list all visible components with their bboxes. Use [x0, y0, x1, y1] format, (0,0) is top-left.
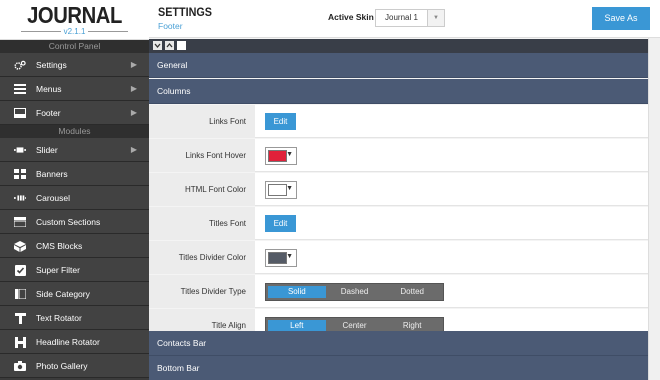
- row-links-font-hover: Links Font Hover ▼: [149, 139, 648, 172]
- caret-down-icon: ▼: [286, 151, 293, 158]
- footer-icon: [14, 108, 26, 118]
- divider-type-solid[interactable]: Solid: [268, 286, 326, 298]
- sidebar-item-label: Carousel: [36, 193, 71, 203]
- sidebar: JOURNAL v2.1.1 Control Panel Settings ▶ …: [0, 0, 149, 380]
- chevron-right-icon: ▶: [130, 60, 137, 69]
- titles-divider-color-label: Titles Divider Color: [149, 241, 255, 274]
- color-swatch: [268, 184, 287, 196]
- cogs-icon: [14, 60, 26, 70]
- links-font-hover-color-picker[interactable]: ▼: [265, 147, 297, 165]
- caret-down-icon: ▼: [286, 185, 293, 192]
- custom-sections-icon: [14, 217, 26, 227]
- sidebar-item-photo-gallery[interactable]: Photo Gallery: [0, 354, 149, 378]
- sidebar-item-label: Footer: [36, 108, 61, 118]
- sidebar-item-label: Custom Sections: [36, 217, 101, 227]
- page-subtitle: Footer: [158, 21, 183, 31]
- section-bottom-bar[interactable]: Bottom Bar: [149, 356, 648, 380]
- titles-font-edit-button[interactable]: Edit: [265, 215, 296, 232]
- sidebar-item-label: Slider: [36, 145, 58, 155]
- sidebar-item-label: Banners: [36, 169, 68, 179]
- sidebar-item-cms-blocks[interactable]: CMS Blocks: [0, 234, 149, 258]
- chevron-right-icon: ▶: [130, 145, 137, 154]
- text-icon: [14, 312, 26, 324]
- save-as-button[interactable]: Save As: [592, 7, 650, 30]
- toggle-all-button[interactable]: [177, 41, 186, 50]
- chevron-down-icon: ▼: [427, 10, 444, 26]
- sidebar-item-label: Super Filter: [36, 265, 80, 275]
- sidebar-item-banners[interactable]: Banners: [0, 162, 149, 186]
- menu-icon: [14, 84, 26, 94]
- modules-header: Modules: [0, 125, 149, 138]
- sidebar-item-headline-rotator[interactable]: Headline Rotator: [0, 330, 149, 354]
- side-category-icon: [14, 289, 26, 299]
- row-titles-divider-type: Titles Divider Type Solid Dashed Dotted: [149, 275, 648, 308]
- sidebar-item-label: Settings: [36, 60, 67, 70]
- chevron-right-icon: ▶: [130, 84, 137, 93]
- headline-icon: [14, 336, 26, 348]
- chevron-down-icon: [154, 43, 161, 49]
- sidebar-item-side-category[interactable]: Side Category: [0, 282, 149, 306]
- sidebar-item-slider[interactable]: Slider ▶: [0, 138, 149, 162]
- caret-down-icon: ▼: [286, 253, 293, 260]
- page-title: SETTINGS: [158, 5, 213, 19]
- collapse-all-button[interactable]: [153, 41, 162, 50]
- sidebar-item-label: Side Category: [36, 289, 90, 299]
- divider-type-dashed[interactable]: Dashed: [326, 286, 384, 298]
- control-panel-header: Control Panel: [0, 40, 149, 53]
- top-bar: SETTINGS Footer Active Skin Journal 1 ▼ …: [149, 0, 660, 38]
- logo-version: v2.1.1: [0, 27, 149, 37]
- logo[interactable]: JOURNAL v2.1.1: [0, 0, 149, 40]
- titles-font-label: Titles Font: [149, 207, 255, 240]
- html-font-color-label: HTML Font Color: [149, 173, 255, 206]
- row-html-font-color: HTML Font Color ▼: [149, 173, 648, 206]
- section-general[interactable]: General: [149, 53, 648, 78]
- sidebar-item-carousel[interactable]: Carousel: [0, 186, 149, 210]
- sidebar-item-label: Text Rotator: [36, 313, 82, 323]
- color-swatch: [268, 150, 287, 162]
- links-font-edit-button[interactable]: Edit: [265, 113, 296, 130]
- active-skin-label: Active Skin: [328, 12, 374, 22]
- scrollbar[interactable]: [648, 38, 660, 380]
- row-titles-divider-color: Titles Divider Color ▼: [149, 241, 648, 274]
- links-font-label: Links Font: [149, 105, 255, 138]
- sidebar-item-text-rotator[interactable]: Text Rotator: [0, 306, 149, 330]
- camera-icon: [14, 361, 26, 371]
- sidebar-item-menus[interactable]: Menus ▶: [0, 77, 149, 101]
- banners-icon: [14, 169, 26, 179]
- collapse-toolbar: [149, 39, 648, 53]
- active-skin-select[interactable]: Journal 1 ▼: [375, 9, 445, 27]
- settings-panel: General Columns Links Font Edit Links Fo…: [149, 53, 648, 380]
- cms-blocks-icon: [14, 240, 26, 252]
- links-font-hover-label: Links Font Hover: [149, 139, 255, 172]
- html-font-color-picker[interactable]: ▼: [265, 181, 297, 199]
- checkbox-icon: [14, 264, 26, 276]
- sidebar-item-super-filter[interactable]: Super Filter: [0, 258, 149, 282]
- titles-divider-type-label: Titles Divider Type: [149, 275, 255, 308]
- slider-icon: [14, 145, 26, 155]
- titles-divider-color-picker[interactable]: ▼: [265, 249, 297, 267]
- expand-all-button[interactable]: [165, 41, 174, 50]
- chevron-up-icon: [166, 42, 173, 48]
- row-titles-font: Titles Font Edit: [149, 207, 648, 240]
- sidebar-item-label: Menus: [36, 84, 62, 94]
- sidebar-item-label: Photo Gallery: [36, 361, 88, 371]
- titles-divider-type-toggle: Solid Dashed Dotted: [265, 283, 444, 301]
- active-skin-value: Journal 1: [385, 13, 418, 22]
- color-swatch: [268, 252, 287, 264]
- divider-type-dotted[interactable]: Dotted: [383, 286, 441, 298]
- section-columns[interactable]: Columns: [149, 79, 648, 104]
- section-contacts-bar[interactable]: Contacts Bar: [149, 331, 648, 356]
- sidebar-item-custom-sections[interactable]: Custom Sections: [0, 210, 149, 234]
- carousel-icon: [14, 193, 26, 203]
- row-links-font: Links Font Edit: [149, 105, 648, 138]
- chevron-right-icon: ▶: [130, 108, 137, 117]
- sidebar-item-footer[interactable]: Footer ▶: [0, 101, 149, 125]
- logo-title: JOURNAL: [27, 2, 122, 28]
- sidebar-item-settings[interactable]: Settings ▶: [0, 53, 149, 77]
- sidebar-item-label: CMS Blocks: [36, 241, 83, 251]
- sidebar-item-label: Headline Rotator: [36, 337, 100, 347]
